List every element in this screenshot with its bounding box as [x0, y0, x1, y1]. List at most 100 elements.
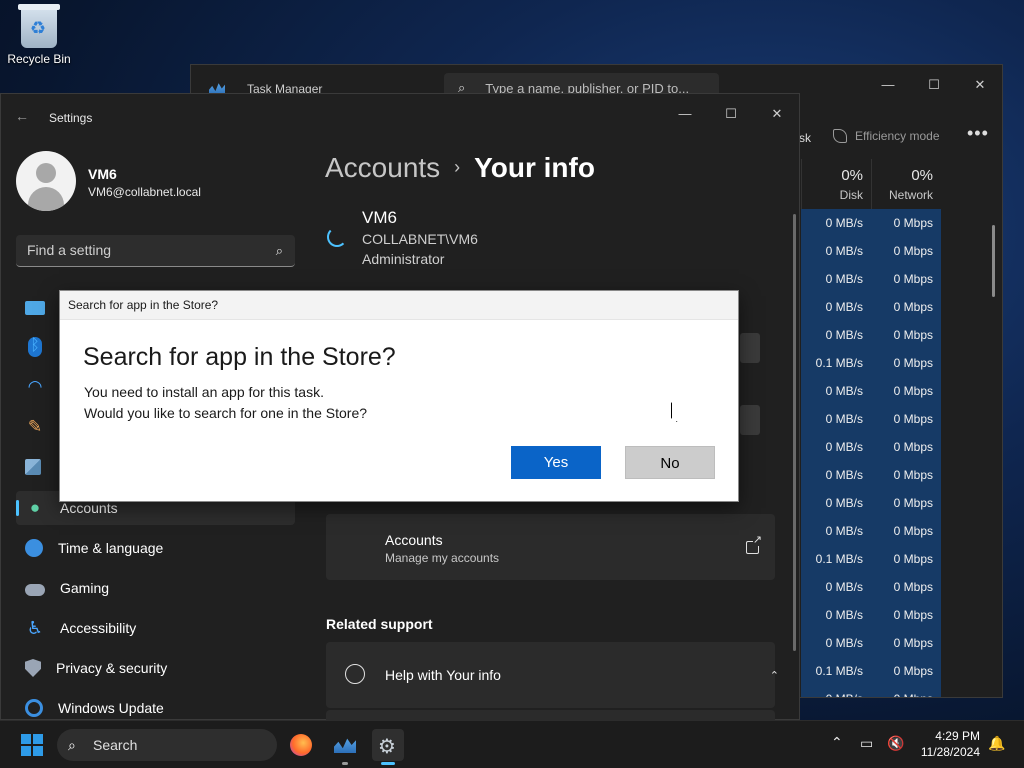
disk-cell: 0 MB/s: [825, 608, 863, 622]
breadcrumb-separator: ›: [454, 157, 461, 177]
accounts-card-title: Accounts: [385, 532, 443, 548]
dialog-message-line-1: You need to install an app for this task…: [84, 384, 324, 400]
table-row[interactable]: 0 MB/s0 Mbps: [801, 685, 941, 697]
no-button[interactable]: No: [625, 446, 715, 479]
table-row[interactable]: 0 MB/s0 Mbps: [801, 293, 941, 321]
column-header-disk[interactable]: 0% Disk: [801, 159, 871, 209]
disk-cell: 0 MB/s: [825, 440, 863, 454]
network-cell: 0 Mbps: [893, 412, 933, 426]
table-row[interactable]: 0 MB/s0 Mbps: [801, 601, 941, 629]
settings-scrollbar[interactable]: [793, 214, 796, 651]
network-cell: 0 Mbps: [893, 244, 933, 258]
info-account: COLLABNET\VM6: [362, 231, 478, 247]
network-monitor-icon[interactable]: ▭: [860, 735, 873, 752]
task-manager-scrollbar[interactable]: [992, 225, 995, 297]
volume-muted-icon[interactable]: 🔇: [887, 735, 904, 752]
disk-cell: 0 MB/s: [825, 524, 863, 538]
avatar[interactable]: [16, 151, 76, 211]
table-row[interactable]: 0 MB/s0 Mbps: [801, 433, 941, 461]
table-row[interactable]: 0 MB/s0 Mbps: [801, 209, 941, 237]
taskbar-firefox-button[interactable]: [285, 729, 317, 761]
network-cell: 0 Mbps: [893, 384, 933, 398]
table-row[interactable]: 0 MB/s0 Mbps: [801, 629, 941, 657]
apps-icon: [25, 459, 41, 475]
taskbar-search-box[interactable]: ⌕ Search: [57, 729, 277, 761]
network-cell: 0 Mbps: [893, 356, 933, 370]
chevron-up-icon[interactable]: ⌃: [831, 734, 843, 751]
table-row[interactable]: 0.1 MB/s 0 Mbps: [801, 349, 941, 377]
more-options-button[interactable]: •••: [967, 123, 989, 144]
accessibility-icon: ♿: [26, 618, 44, 638]
table-row[interactable]: 0 MB/s0 Mbps: [801, 321, 941, 349]
nav-label: Windows Update: [58, 700, 164, 716]
nav-item-gaming[interactable]: Gaming: [16, 571, 295, 605]
table-row[interactable]: 0.1 MB/s 0 Mbps: [801, 545, 941, 573]
task-manager-icon: [334, 738, 356, 753]
notification-bell-icon[interactable]: 🔔: [988, 735, 1005, 752]
disk-cell: 0 MB/s: [825, 496, 863, 510]
taskbar-search-label: Search: [93, 737, 138, 753]
table-row[interactable]: 0 MB/s0 Mbps: [801, 377, 941, 405]
disk-cell: 0 MB/s: [825, 328, 863, 342]
chevron-up-icon[interactable]: ⌃: [770, 669, 779, 682]
table-row[interactable]: 0.1 MB/s 0 Mbps: [801, 657, 941, 685]
disk-cell: 0 MB/s: [825, 468, 863, 482]
bluetooth-icon: ᛒ: [28, 337, 42, 357]
accounts-link-card[interactable]: Accounts Manage my accounts: [326, 514, 775, 580]
taskbar-task-manager-button[interactable]: [329, 729, 361, 761]
settings-title: Settings: [49, 111, 93, 125]
user-email: VM6@collabnet.local: [88, 185, 201, 199]
network-cell: 0 Mbps: [893, 664, 933, 678]
yes-button[interactable]: Yes: [511, 446, 601, 479]
task-manager-column-headers: 0% Disk 0% Network: [801, 159, 941, 209]
network-cell: 0 Mbps: [893, 300, 933, 314]
active-indicator: [381, 762, 395, 765]
start-button[interactable]: [21, 734, 43, 756]
table-row[interactable]: 0 MB/s0 Mbps: [801, 573, 941, 601]
network-cell: 0 Mbps: [893, 468, 933, 482]
table-row[interactable]: 0 MB/s 0 Mbps: [801, 265, 941, 293]
close-button[interactable]: ✕: [754, 100, 800, 128]
network-cell: 0 Mbps: [893, 496, 933, 510]
breadcrumb-parent[interactable]: Accounts: [325, 152, 440, 183]
network-icon: ◠: [27, 377, 43, 396]
nav-item-privacy-security[interactable]: Privacy & security: [16, 651, 295, 685]
windows-logo-icon: [21, 734, 31, 744]
page-title: Your info: [474, 152, 595, 183]
clock-time: 4:29 PM: [935, 729, 980, 743]
table-row[interactable]: 0 MB/s 0 Mbps: [801, 461, 941, 489]
close-button[interactable]: ✕: [957, 71, 1003, 99]
leaf-icon: [833, 129, 847, 143]
run-task-button-fragment[interactable]: sk: [799, 131, 811, 145]
shield-icon: [25, 659, 41, 677]
nav-label: Time & language: [58, 540, 164, 556]
nav-item-accessibility[interactable]: ♿ Accessibility: [16, 611, 295, 645]
maximize-button[interactable]: ☐: [911, 71, 957, 99]
minimize-button[interactable]: —: [865, 71, 911, 99]
dialog-heading: Search for app in the Store?: [83, 343, 396, 371]
network-cell: 0 Mbps: [893, 552, 933, 566]
nav-item-time-language[interactable]: Time & language: [16, 531, 295, 565]
table-row[interactable]: 0 MB/s 0 Mbps: [801, 489, 941, 517]
maximize-button[interactable]: ☐: [708, 100, 754, 128]
network-cell: 0 Mbps: [893, 272, 933, 286]
back-arrow-icon[interactable]: ←: [15, 108, 29, 124]
taskbar-clock[interactable]: 4:29 PM 11/28/2024: [916, 728, 980, 760]
table-row[interactable]: 0 MB/s0 Mbps: [801, 237, 941, 265]
table-row[interactable]: 0 MB/s0 Mbps: [801, 405, 941, 433]
column-header-network[interactable]: 0% Network: [871, 159, 941, 209]
disk-cell: 0 MB/s: [825, 272, 863, 286]
find-setting-input[interactable]: Find a setting ⌕: [16, 235, 295, 267]
minimize-button[interactable]: —: [662, 100, 708, 128]
help-with-your-info-card[interactable]: Help with Your info: [326, 642, 775, 708]
network-cell: 0 Mbps: [871, 685, 941, 697]
efficiency-mode-button[interactable]: Efficiency mode: [833, 129, 940, 143]
disk-cell: 0 MB/s: [825, 216, 863, 230]
table-row[interactable]: 0 MB/s0 Mbps: [801, 517, 941, 545]
taskbar-settings-button[interactable]: ⚙: [372, 729, 404, 761]
nav-label: Gaming: [60, 580, 110, 596]
network-label: Network: [888, 188, 933, 202]
recycle-bin-shortcut[interactable]: ♻ Recycle Bin: [4, 4, 74, 66]
update-icon: [25, 699, 43, 717]
personalization-icon: ✎: [27, 417, 43, 436]
